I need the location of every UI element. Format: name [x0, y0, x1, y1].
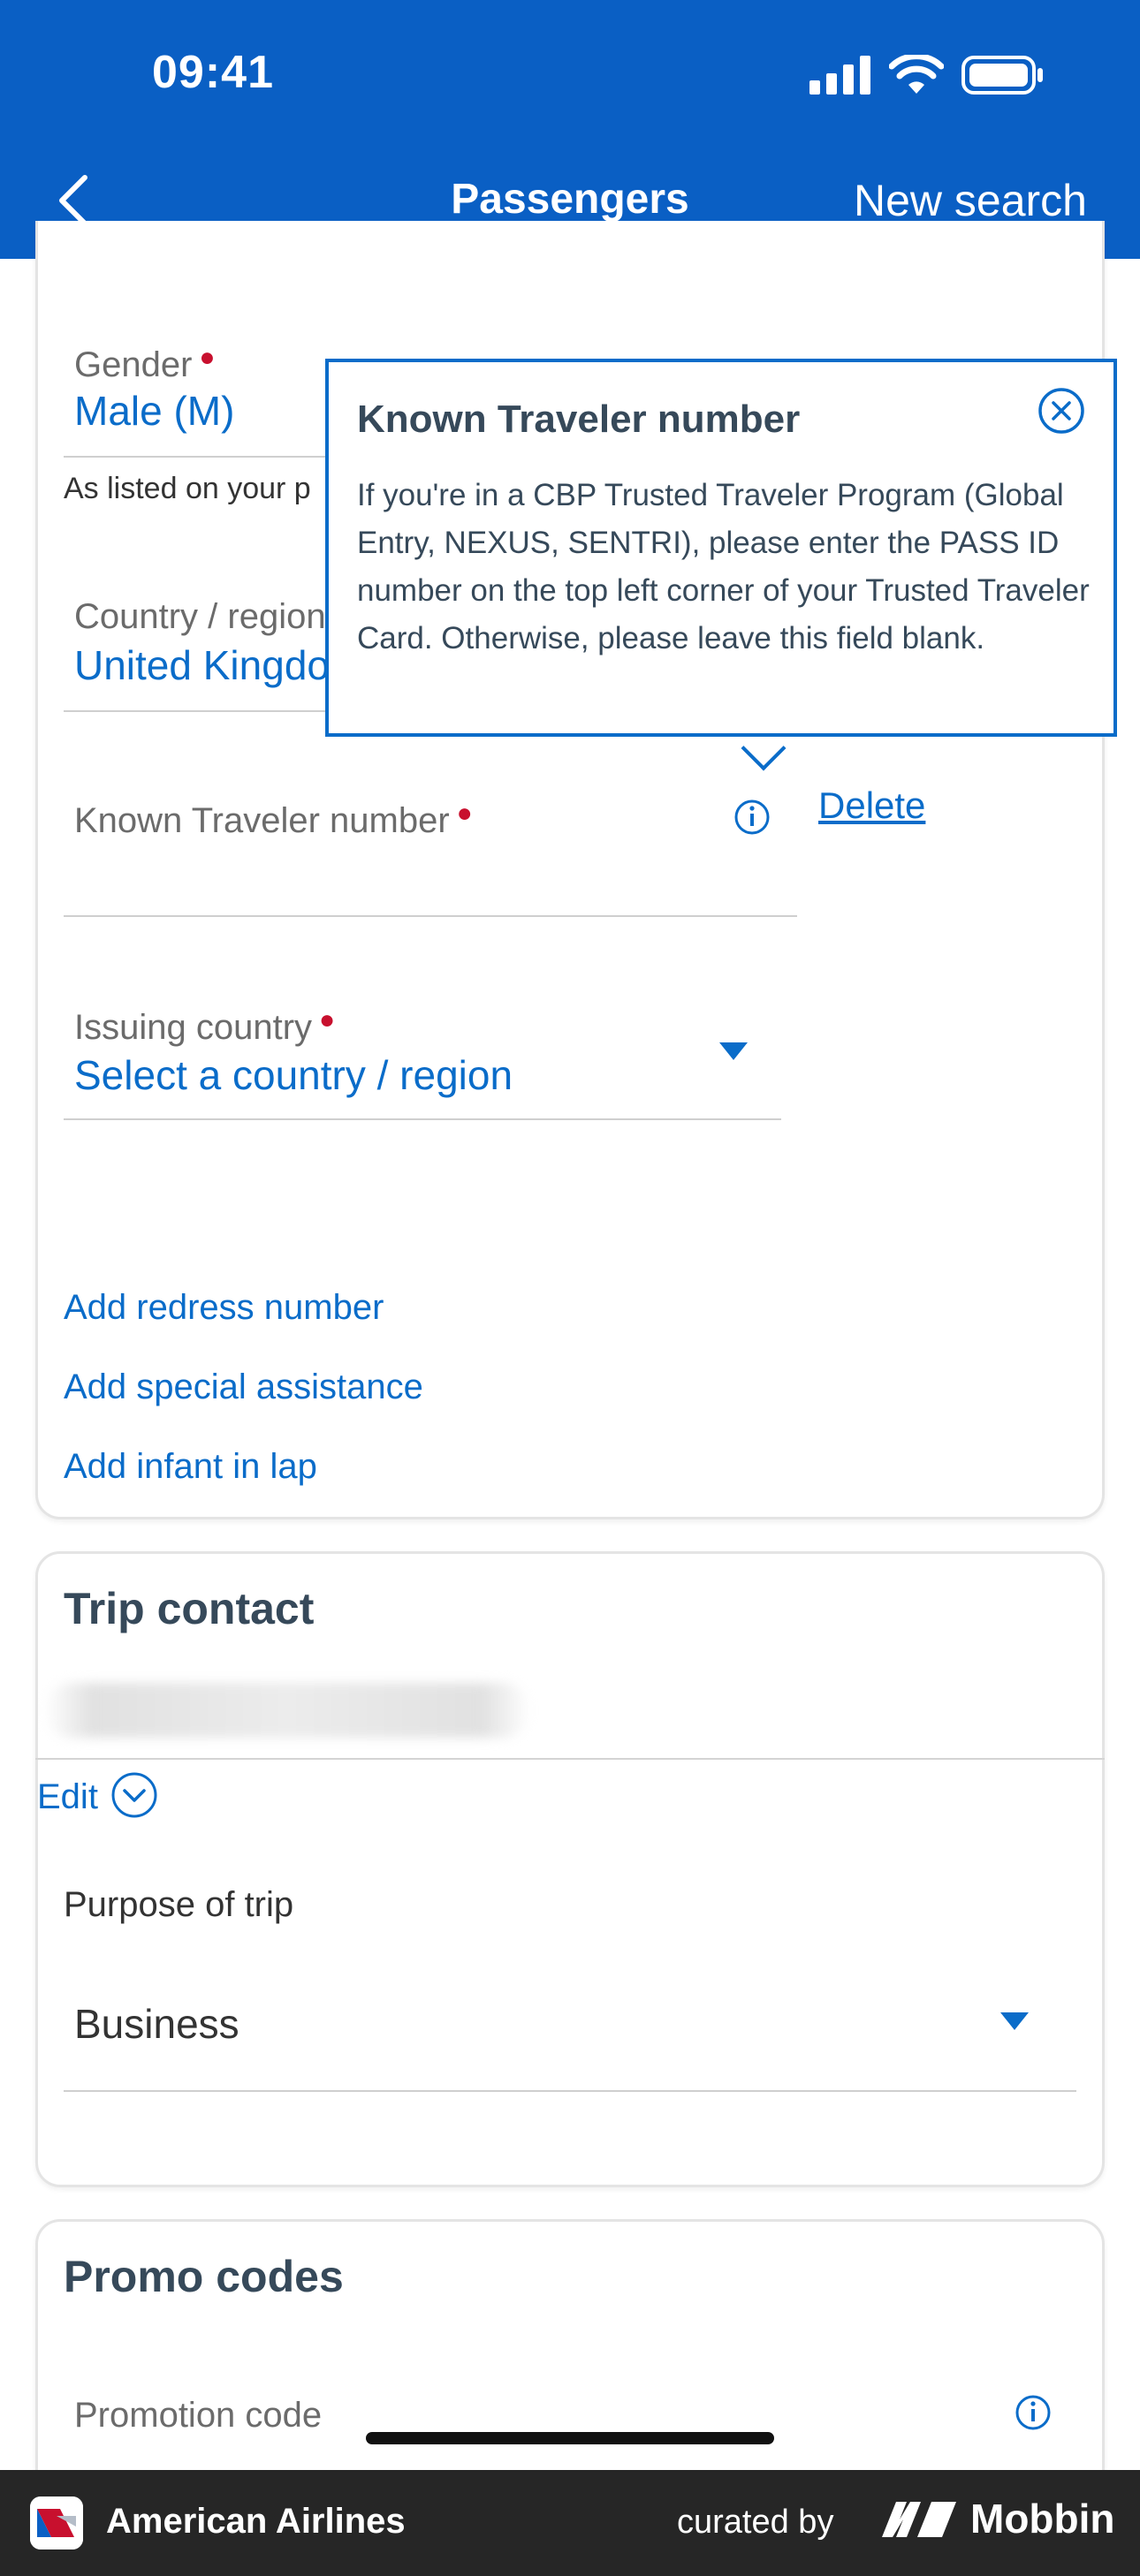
- gender-underline: [64, 456, 329, 458]
- purpose-label: Purpose of trip: [64, 1885, 294, 1924]
- purpose-select[interactable]: Business: [74, 2000, 239, 2048]
- ktn-label: Known Traveler number ●: [74, 799, 473, 840]
- promotion-code-input[interactable]: Promotion code: [74, 2396, 322, 2436]
- caret-down-icon: [1000, 2012, 1029, 2030]
- delete-link[interactable]: Delete: [818, 784, 925, 827]
- add-infant-link[interactable]: Add infant in lap: [64, 1447, 317, 1487]
- issuing-select[interactable]: Select a country / region: [74, 1051, 513, 1099]
- country-select[interactable]: United Kingdo: [74, 641, 330, 689]
- close-icon[interactable]: [1036, 385, 1087, 436]
- info-icon[interactable]: [1015, 2394, 1052, 2431]
- add-assistance-link[interactable]: Add special assistance: [64, 1368, 423, 1407]
- battery-icon: [961, 56, 1043, 95]
- ktn-input[interactable]: [64, 915, 797, 917]
- gender-hint: As listed on your p: [64, 472, 311, 505]
- tooltip-body: If you're in a CBP Trusted Traveler Prog…: [357, 478, 1090, 655]
- trip-contact-card: [35, 1551, 1105, 2187]
- promo-title: Promo codes: [64, 2252, 344, 2301]
- redacted-contact: [44, 1683, 530, 1738]
- country-label: Country / region: [74, 597, 326, 636]
- divider: [35, 1758, 1105, 1760]
- home-indicator: [366, 2432, 774, 2444]
- mobbin-brand: Mobbin: [880, 2495, 1115, 2542]
- purpose-underline: [64, 2090, 1076, 2092]
- gender-select[interactable]: Male (M): [74, 387, 234, 435]
- issuing-label: Issuing country ●: [74, 1005, 336, 1047]
- footer-bar: American Airlines curated by Mobbin: [0, 2470, 1140, 2576]
- status-time: 09:41: [152, 47, 274, 98]
- issuing-underline: [64, 1118, 781, 1120]
- caret-down-icon: [719, 1042, 748, 1060]
- info-icon[interactable]: [733, 799, 771, 836]
- american-airlines-logo-icon: [30, 2496, 83, 2549]
- mobbin-logo-icon: [882, 2502, 956, 2537]
- mobbin-wordmark: Mobbin: [970, 2496, 1115, 2542]
- footer-app-name: American Airlines: [106, 2502, 406, 2541]
- tooltip-title: Known Traveler number: [357, 398, 801, 441]
- edit-button[interactable]: Edit: [37, 1772, 157, 1818]
- footer-curated-by: curated by: [677, 2504, 834, 2541]
- status-icons: [809, 55, 1045, 95]
- trip-contact-title: Trip contact: [64, 1584, 315, 1633]
- screen: 09:41 Passengers New search Gender ● Mal…: [0, 0, 1140, 2576]
- ktn-tooltip: Known Traveler number If you're in a CBP…: [325, 359, 1117, 737]
- wifi-icon: [889, 55, 944, 94]
- add-redress-link[interactable]: Add redress number: [64, 1288, 384, 1328]
- new-search-button[interactable]: New search: [854, 175, 1087, 226]
- country-underline: [64, 710, 329, 712]
- gender-label: Gender ●: [74, 343, 216, 384]
- signal-icon: [809, 56, 870, 95]
- chevron-down-circle-icon: [111, 1772, 157, 1818]
